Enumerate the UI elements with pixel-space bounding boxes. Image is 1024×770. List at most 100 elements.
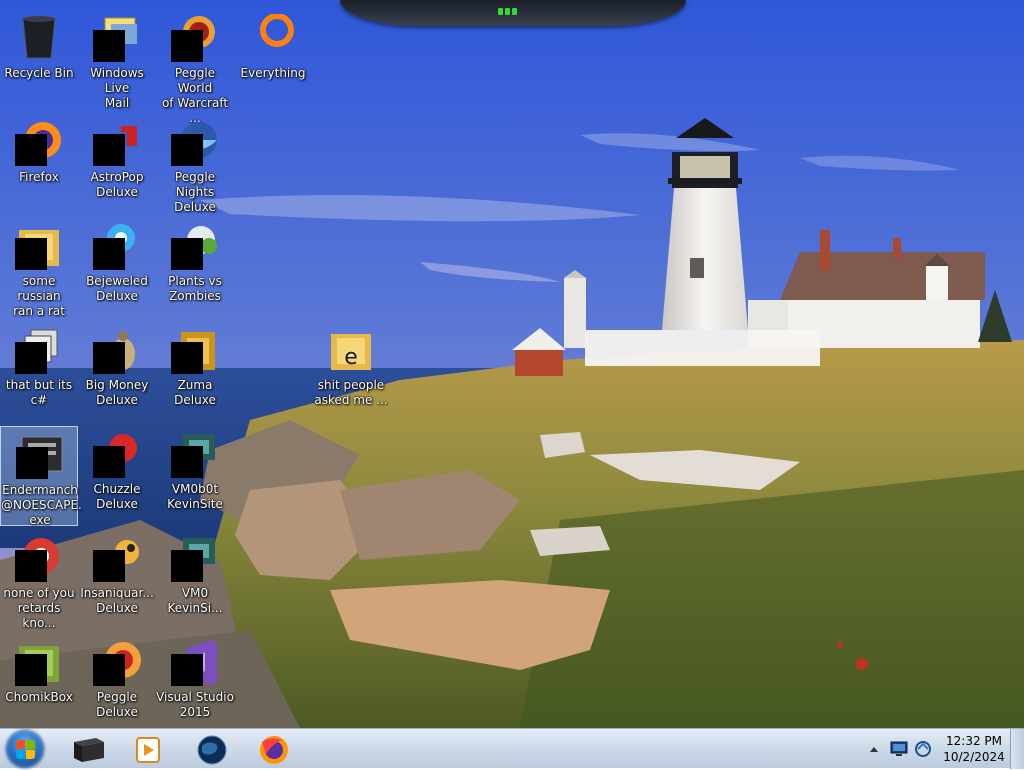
chomikbox-icon (15, 638, 63, 686)
plants-vs-zombies-icon (171, 222, 219, 270)
top-gadget-bar (340, 0, 686, 26)
stacked-windows-icon (15, 326, 63, 374)
windows-logo-quad (26, 750, 35, 759)
show-desktop-button[interactable] (1010, 729, 1024, 769)
desktop-icon-label-line: Zuma Deluxe (174, 378, 216, 407)
desktop-icon[interactable]: AstroPop Deluxe (78, 114, 156, 214)
desktop-icon[interactable]: Bejeweled Deluxe (78, 218, 156, 318)
desktop-icon-label-line: retards kno... (17, 601, 61, 630)
desktop-icon[interactable]: Peggle World of Warcraft ... (156, 10, 234, 125)
desktop-icon-label-line: Deluxe (96, 185, 138, 199)
desktop-icon[interactable]: Zuma Deluxe (156, 322, 234, 422)
taskbar-pin-globe[interactable] (190, 732, 234, 766)
desktop-icon-label: Windows Live Mail (78, 66, 156, 111)
desktop-icon-label: Zuma Deluxe (156, 378, 234, 408)
clock-date: 10/2/2024 (943, 750, 1005, 764)
desktop-icon[interactable]: e shit people asked me ... (312, 322, 390, 422)
desktop-icon-label: some russian ran a rat (0, 274, 78, 319)
desktop-icon-label-line: Everything (240, 66, 306, 80)
desktop-icon[interactable]: VM0 KevinSi... (156, 530, 234, 630)
desktop-icon-label-line: ChomikBox (5, 690, 73, 704)
desktop-icon[interactable]: VM0b0t KevinSite (156, 426, 234, 526)
desktop-icon[interactable]: none of you retards kno... (0, 530, 78, 630)
desktop-icon-label-line: some russian (17, 274, 61, 303)
desktop-icon-label-line: ran a rat (13, 304, 65, 318)
desktop-icon-label-line: KevinSite (167, 497, 223, 511)
desktop-icon-label: that but its c# (0, 378, 78, 408)
desktop-icon-label-line: Chuzzle (93, 482, 141, 496)
vm-icon (171, 534, 219, 582)
clock-time: 12:32 PM (946, 734, 1002, 748)
desktop-icon[interactable]: Recycle Bin (0, 10, 78, 110)
peggle-world-of-warcraft-icon (171, 14, 219, 62)
command-prompt-icon (74, 738, 104, 762)
desktop-icon[interactable]: Visual Studio 2015 (156, 634, 234, 734)
redaction-mask (93, 550, 125, 582)
desktop-icon-label-line: Endermanch (2, 483, 78, 497)
desktop-icon[interactable]: Firefox (0, 114, 78, 214)
taskbar-pin-firefox[interactable] (252, 732, 296, 766)
tray-connection[interactable] (914, 740, 932, 758)
desktop-icon[interactable]: ChomikBox (0, 634, 78, 734)
desktop-icon[interactable]: that but its c# (0, 322, 78, 422)
desktop-icon-label: Chuzzle Deluxe (78, 482, 156, 512)
big-money-icon (93, 326, 141, 374)
desktop-icon-label: none of you retards kno... (0, 586, 78, 631)
taskbar-pin-media-player[interactable] (126, 732, 170, 766)
peggle-nights-icon (171, 118, 219, 166)
desktop-icon-label-line: Mail (104, 96, 130, 110)
desktop-icon-label: Insaniquar... Deluxe (78, 586, 156, 616)
desktop-icon-label-line: Plants vs (168, 274, 222, 288)
tray-network[interactable] (890, 741, 908, 757)
desktop-icon[interactable]: Plants vs Zombies (156, 218, 234, 318)
recycle-bin-icon (15, 14, 63, 62)
system-clock[interactable]: 12:32 PM 10/2/2024 (932, 733, 1016, 765)
desktop-icon[interactable]: Big Money Deluxe (78, 322, 156, 422)
desktop-icon-label-line: @NOESCAPE. (1, 498, 82, 512)
desktop-icon-label: VM0 KevinSi... (156, 586, 234, 616)
desktop-icon-label: Visual Studio 2015 (156, 690, 234, 720)
desktop-icon-label-line: Deluxe (96, 393, 138, 407)
desktop-icon-label-line: VM0 (181, 586, 209, 600)
desktop-icon[interactable]: Chuzzle Deluxe (78, 426, 156, 526)
desktop-icon[interactable]: Insaniquar... Deluxe (78, 530, 156, 630)
application-icon (16, 431, 64, 479)
firefox-icon (260, 736, 288, 764)
desktop-icon-label: Peggle Deluxe (78, 690, 156, 720)
desktop-icon-label-line: Bejeweled (86, 274, 148, 288)
redaction-mask (171, 134, 203, 166)
desktop-icon[interactable]: Peggle Deluxe (78, 634, 156, 734)
desktop-icon-label-line: Deluxe (96, 601, 138, 615)
desktop-icon-label: Big Money Deluxe (78, 378, 156, 408)
insaniquarium-icon (93, 534, 141, 582)
desktop-icon-label-line: Peggle World (174, 66, 216, 95)
taskbar-pin-command-prompt[interactable] (66, 732, 110, 766)
desktop-icon-label: VM0b0t KevinSite (156, 482, 234, 512)
desktop-icon[interactable]: Peggle Nights Deluxe (156, 114, 234, 214)
network-monitor-icon (890, 741, 908, 756)
desktop-icon-label-line: shit people (317, 378, 385, 392)
desktop-icon-label-line: Insaniquar... (80, 586, 154, 600)
tray-overflow-chevron[interactable] (868, 741, 880, 755)
desktop-icon[interactable]: Endermanch @NOESCAPE. exe (0, 426, 82, 528)
desktop-icon-label-line: none of you (3, 586, 75, 600)
desktop-icon-label: ChomikBox (0, 690, 78, 705)
desktop-icon-label-line: Recycle Bin (4, 66, 74, 80)
desktop-icon[interactable]: esome russianran a rat (0, 218, 78, 318)
desktop-icon-label-line: Visual Studio (156, 690, 234, 704)
indicator-dot (498, 8, 503, 15)
start-button[interactable] (6, 730, 44, 768)
desktop-icon-label-line: asked me ... (314, 393, 388, 407)
chevron-up-icon (870, 747, 878, 752)
windows-logo-quad (16, 750, 25, 759)
redaction-mask (15, 654, 47, 686)
vm-icon (171, 430, 219, 478)
desktop-icon-label-line: Peggle Deluxe (96, 690, 138, 719)
desktop-icon-label: Endermanch @NOESCAPE. exe (1, 483, 82, 528)
desktop-icon-label: AstroPop Deluxe (78, 170, 156, 200)
desktop-icon-label: Peggle Nights Deluxe (156, 170, 234, 215)
indicator-dot (505, 8, 510, 15)
firefox-icon (15, 118, 63, 166)
desktop-icon[interactable]: Windows Live Mail (78, 10, 156, 110)
desktop-icon[interactable]: Everything (234, 10, 312, 110)
